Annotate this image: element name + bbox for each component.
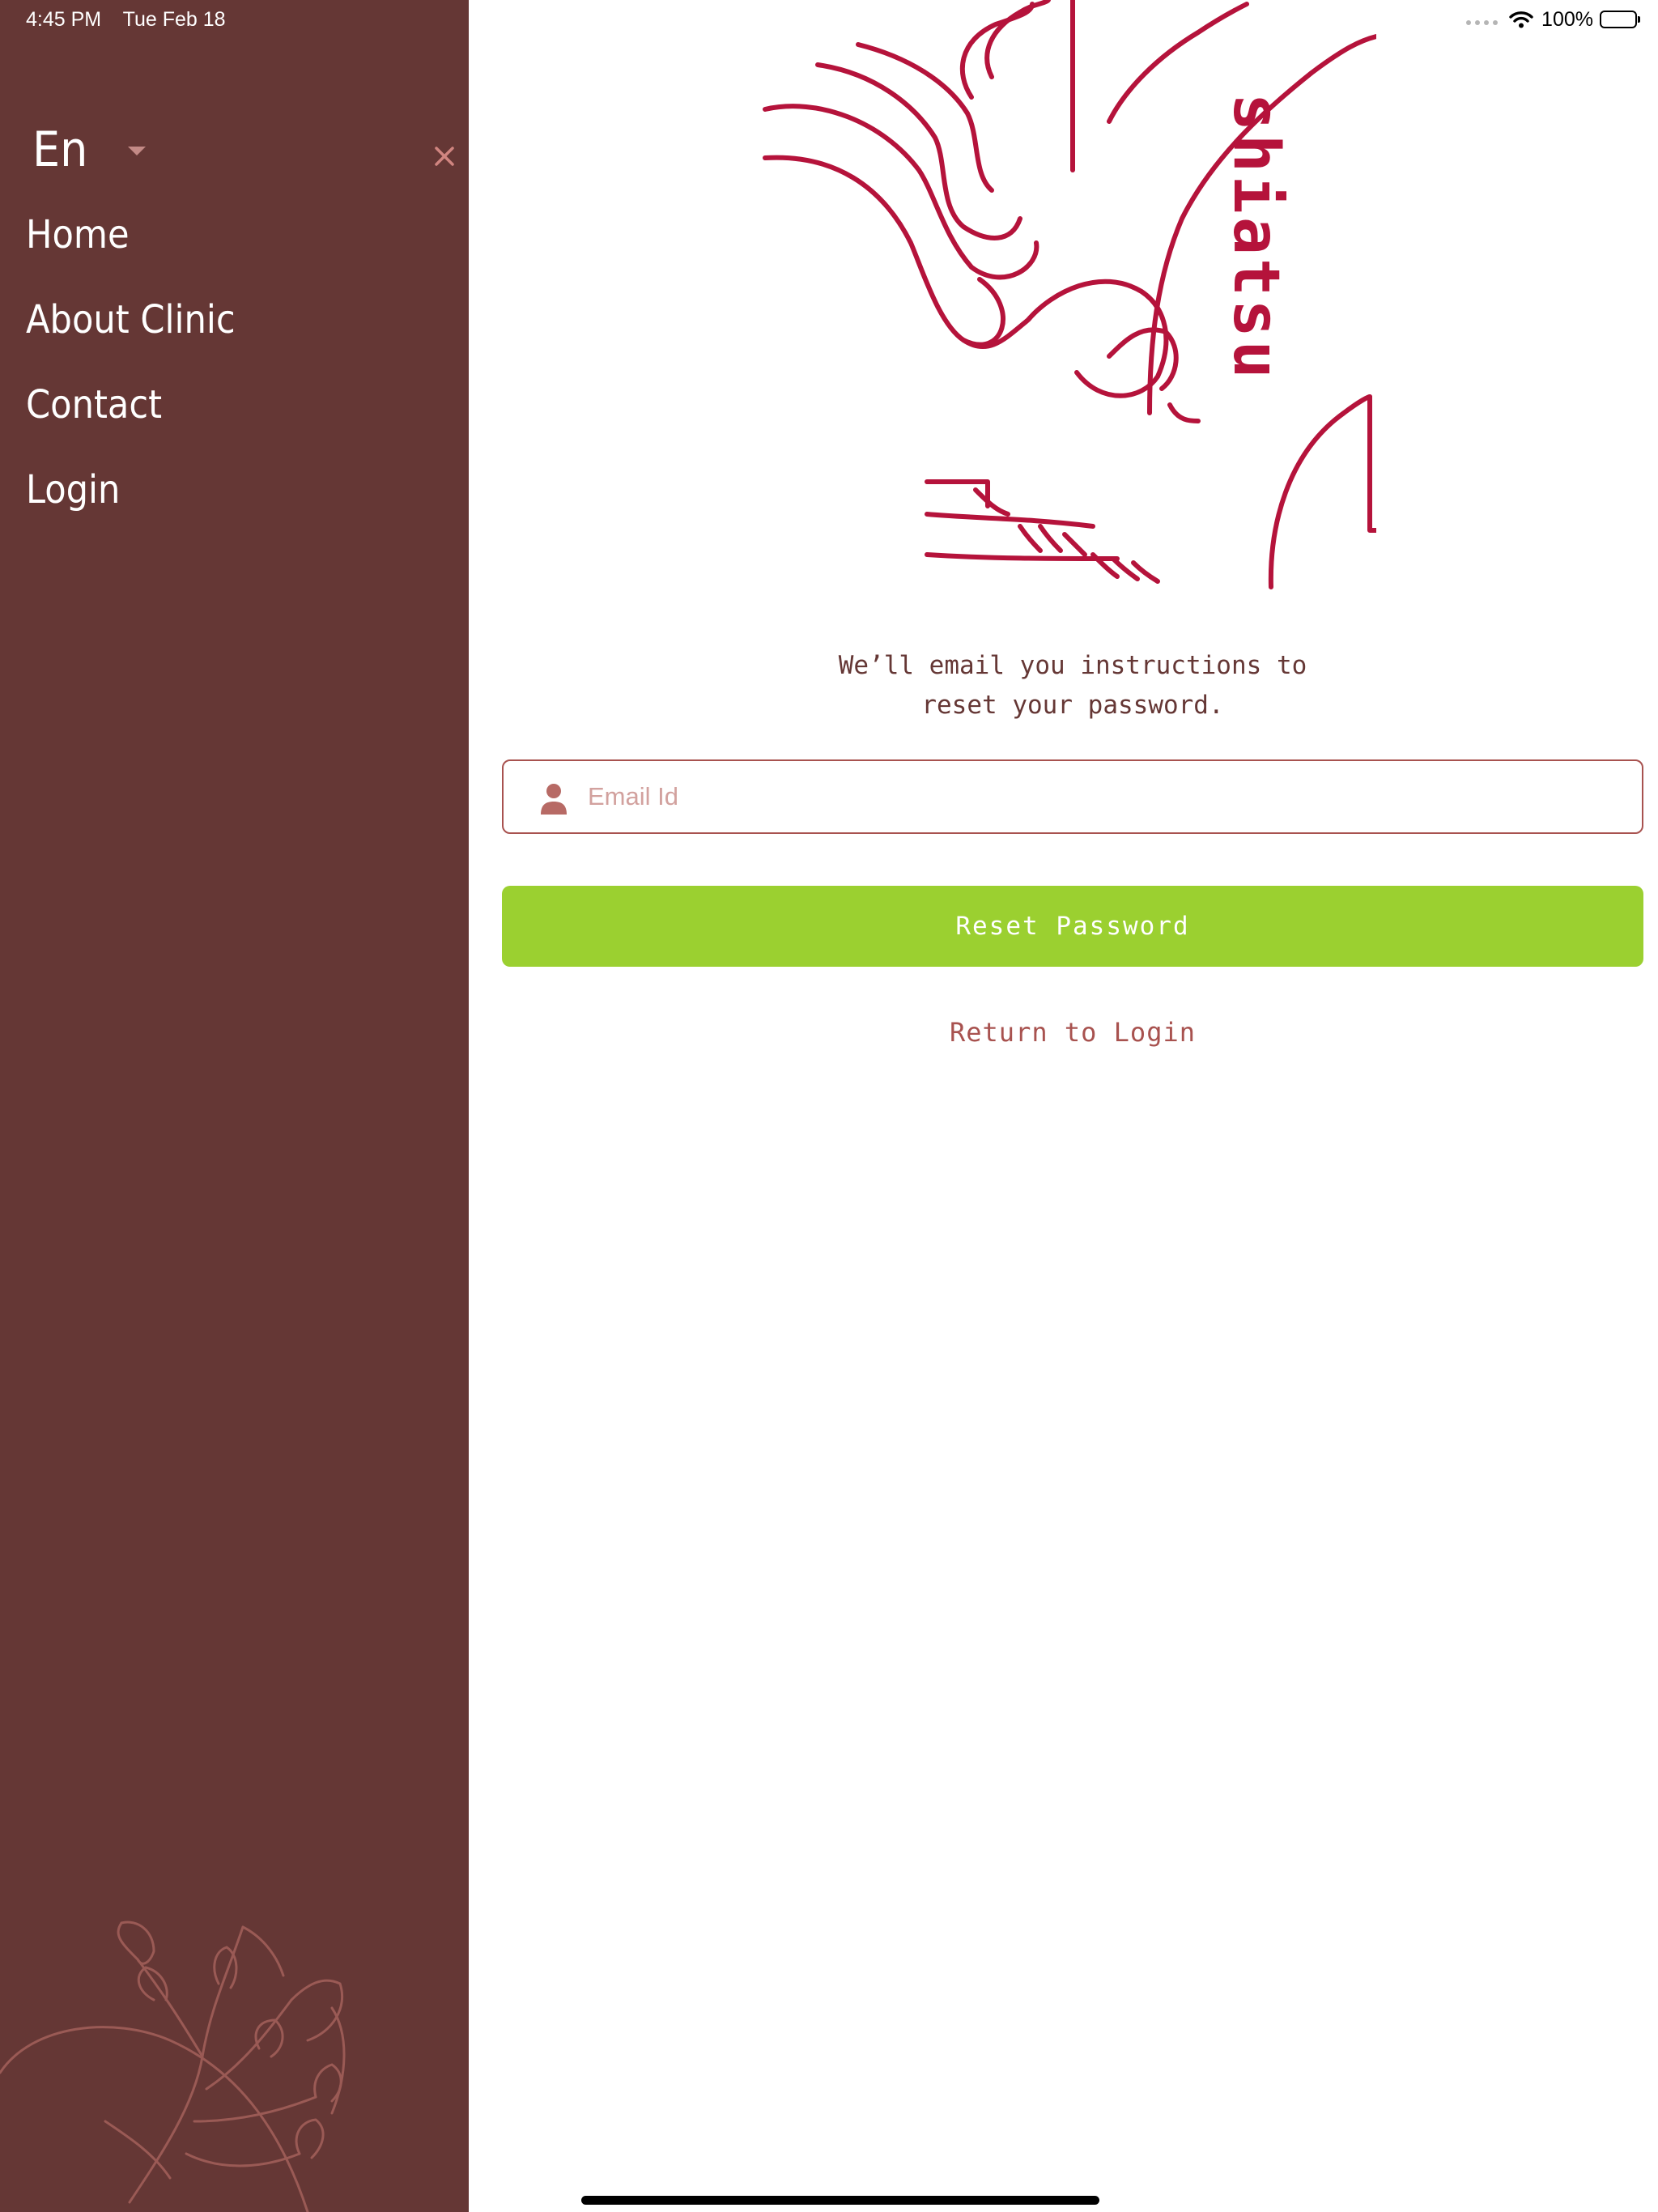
forgot-password-screen: 4:45 PM Tue Feb 18 En Home About Clinic … <box>0 0 1658 2212</box>
status-bar-time-date: 4:45 PM Tue Feb 18 <box>26 5 242 34</box>
signal-icon <box>1466 20 1499 25</box>
battery-icon <box>1600 11 1640 28</box>
email-field[interactable] <box>502 759 1643 834</box>
menu-item-home[interactable]: Home <box>26 202 236 287</box>
email-input[interactable] <box>588 761 1624 832</box>
menu-item-about-clinic[interactable]: About Clinic <box>26 287 236 372</box>
reset-instructions: We’ll email you instructions to reset yo… <box>838 651 1307 720</box>
language-label[interactable]: En <box>32 117 87 182</box>
reset-password-button[interactable]: Reset Password <box>502 886 1643 967</box>
side-menu-list: Home About Clinic Contact Login <box>26 202 236 542</box>
home-indicator <box>581 2196 1099 2205</box>
status-date: Tue Feb 18 <box>122 8 226 31</box>
floral-decoration-icon <box>0 1921 346 2212</box>
wifi-icon <box>1509 11 1533 28</box>
caret-down-icon[interactable] <box>128 147 146 155</box>
return-to-login-link[interactable]: Return to Login <box>502 1012 1643 1053</box>
shiatsu-logo-icon: shiatsu <box>763 0 1376 589</box>
status-time: 4:45 PM <box>26 8 102 31</box>
user-icon <box>541 784 567 815</box>
menu-item-login[interactable]: Login <box>26 457 236 542</box>
side-menu: 4:45 PM Tue Feb 18 En Home About Clinic … <box>0 0 469 2212</box>
close-icon[interactable] <box>425 137 464 176</box>
battery-percentage: 100% <box>1541 7 1593 31</box>
language-selector[interactable]: En <box>32 117 454 182</box>
status-bar-indicators: 100% <box>1466 5 1640 34</box>
menu-item-contact[interactable]: Contact <box>26 372 236 457</box>
logo-wordmark: shiatsu <box>1219 93 1292 382</box>
